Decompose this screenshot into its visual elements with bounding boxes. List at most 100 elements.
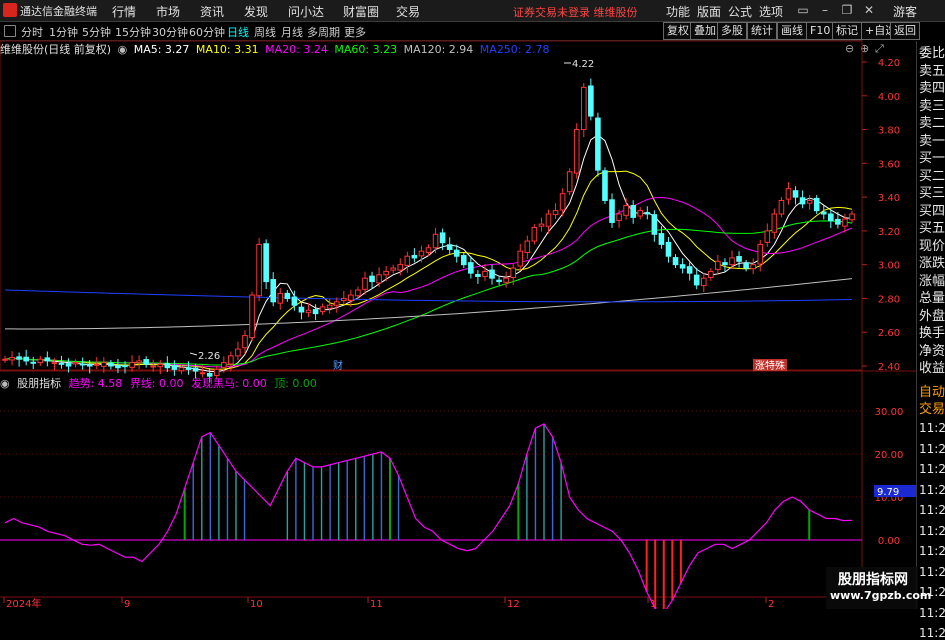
candle-body <box>609 199 615 223</box>
candle-body <box>630 205 636 218</box>
candle-body <box>333 301 340 306</box>
candle-body <box>531 227 538 242</box>
high-label: 4.22 <box>572 59 594 70</box>
date-label: 12 <box>507 599 520 609</box>
candle-body <box>122 365 128 368</box>
indicator-settings-icon[interactable]: ◉ <box>0 377 10 390</box>
price-tick-label: 2.40 <box>878 362 900 373</box>
price-tick-label: 4.20 <box>878 58 900 69</box>
candle-body <box>326 304 333 309</box>
trend-label: 趋势: 4.58 <box>68 377 123 390</box>
candle-body <box>192 367 199 372</box>
candle-body <box>171 365 178 370</box>
candle-body <box>700 277 707 287</box>
price-tick-label: 3.00 <box>878 261 900 272</box>
candle-body <box>319 306 326 313</box>
quote-field-label: 卖一 <box>919 133 945 149</box>
candle-body <box>23 356 29 362</box>
candle-body <box>86 363 93 367</box>
price-tick-label: 3.20 <box>878 227 900 238</box>
candle-body <box>778 199 785 215</box>
candle-body <box>369 275 375 283</box>
trade-time: 11:29 <box>919 482 945 497</box>
date-label: 10 <box>250 599 263 609</box>
candle-body <box>348 294 354 301</box>
candle-body <box>686 266 693 274</box>
candle-body <box>602 170 608 201</box>
candle-body <box>785 188 792 200</box>
candle-body <box>390 267 397 271</box>
candle-body <box>242 335 248 349</box>
candle-body <box>305 309 312 314</box>
date-label: 9 <box>124 599 130 609</box>
candle-body <box>383 270 389 276</box>
candle-body <box>595 117 601 171</box>
quote-panel: 委比 卖五 卖四 卖三 卖二 卖一 买一 买二 买三 买四 买五 现价 涨跌 涨幅 总量 外盘 换手 净资 收益 自动… <box>916 41 945 640</box>
quote-field-label: 总量 <box>919 291 945 306</box>
candle-body <box>270 279 277 303</box>
candle-body <box>588 85 594 117</box>
trade-time: 11:29 <box>919 544 945 558</box>
candle-body <box>503 277 509 283</box>
quote-field-label: 委比 <box>919 46 945 61</box>
date-label: 2 <box>768 599 774 609</box>
boundary-label: 界线: 0.00 <box>129 377 184 390</box>
candle-body <box>58 362 65 365</box>
quote-field-label: 涨幅 <box>919 273 945 289</box>
candle-body <box>736 256 742 262</box>
candle-body <box>157 363 164 368</box>
price-tick-label: 3.40 <box>878 193 900 204</box>
candle-body <box>178 367 185 372</box>
price-pane-frame <box>0 40 863 371</box>
dark-horse-label: 发现黑马: 0.00 <box>191 377 267 390</box>
candle-body <box>849 213 855 221</box>
candle-body <box>362 277 368 290</box>
candle-body <box>44 357 51 362</box>
candle-body <box>355 289 361 297</box>
auto-trade-label[interactable]: 交易 <box>919 401 945 418</box>
quote-field-label: 涨跌 <box>919 256 945 271</box>
candle-body <box>291 296 298 306</box>
kline-chart[interactable]: 4.20 4.00 3.80 3.60 3.40 3.20 3.00 2.80 2.60 2.40… <box>0 0 916 609</box>
candle-body <box>397 264 404 271</box>
quote-field-label: 买二 <box>919 168 945 184</box>
candle-body <box>552 210 559 216</box>
candle-body <box>136 360 142 364</box>
candle-body <box>9 357 15 361</box>
candle-body <box>93 363 100 366</box>
quote-field-label: 收益 <box>919 361 945 376</box>
date-label: 1 <box>650 599 656 609</box>
quote-field-label: 买四 <box>919 203 945 219</box>
candle-body <box>665 241 672 257</box>
candle-body <box>813 197 820 212</box>
candle-body <box>757 243 764 265</box>
candle-body <box>538 223 545 227</box>
candle-body <box>580 86 587 131</box>
candle-body <box>115 364 121 369</box>
watermark: 股朋指标网 www.7gpzb.com <box>826 567 931 609</box>
candle-body <box>256 243 262 297</box>
indicator-legend: ◉ 股朋指标 趋势: 4.58 界线: 0.00 发现黑马: 0.00 顶: 0… <box>0 375 321 390</box>
quote-field-label: 买三 <box>919 186 945 201</box>
indicator-tick-label: 20.00 <box>875 450 904 461</box>
candle-body <box>446 244 453 250</box>
candle-body <box>101 362 107 367</box>
candle-body <box>185 367 192 370</box>
candle-body <box>199 372 206 375</box>
candle-body <box>743 262 749 269</box>
trade-time: 11:29 <box>919 441 945 456</box>
candle-body <box>228 355 234 365</box>
quote-field-label: 换手 <box>919 326 945 341</box>
candle-body <box>79 363 86 366</box>
top-label: 顶: 0.00 <box>274 377 317 390</box>
date-label: 11 <box>370 599 383 609</box>
candle-body <box>453 249 460 257</box>
candle-body <box>249 294 255 339</box>
candle-body <box>143 359 149 365</box>
candle-body <box>545 213 552 227</box>
candle-body <box>679 264 686 269</box>
candle-body <box>263 243 269 283</box>
auto-trade-label[interactable]: 自动 <box>919 384 945 401</box>
price-tick-label: 3.60 <box>878 159 900 170</box>
candle-body <box>16 356 22 360</box>
